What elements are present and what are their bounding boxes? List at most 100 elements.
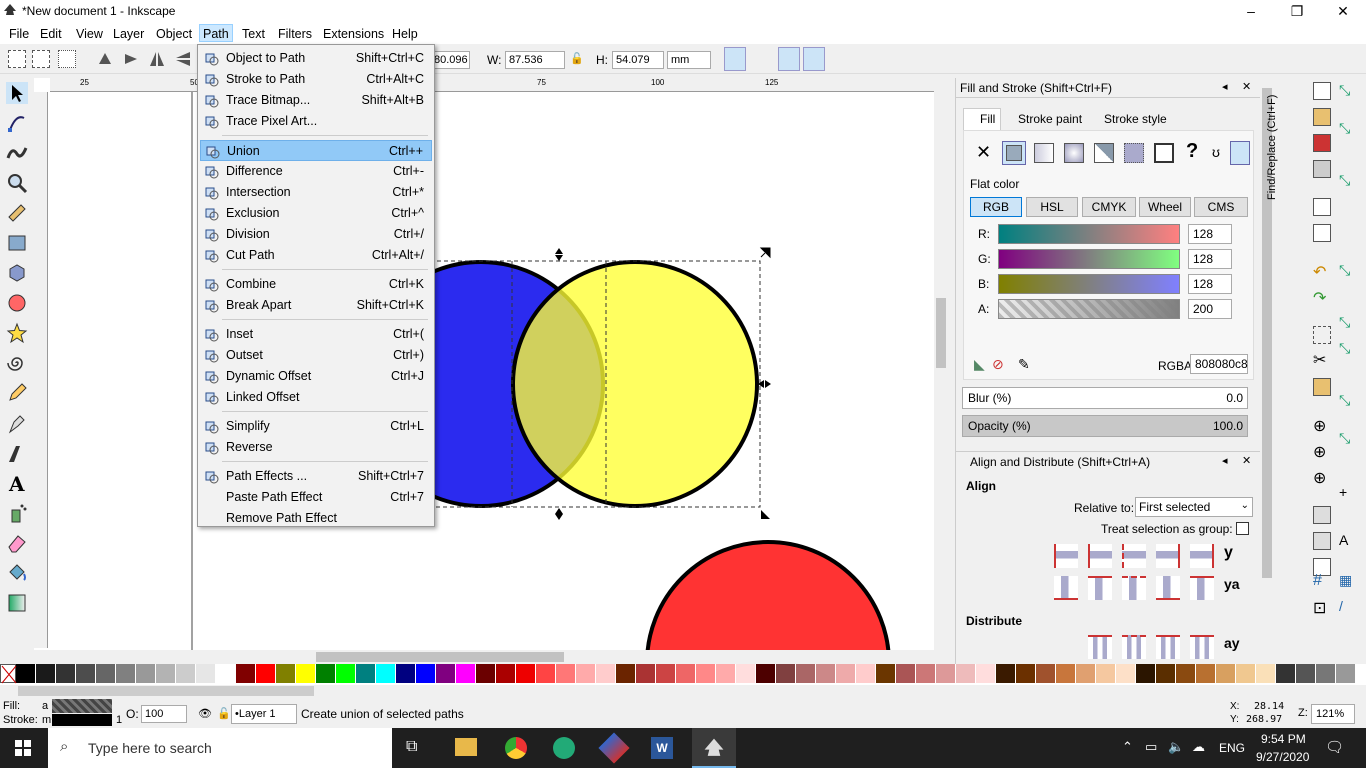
scale-handle-top[interactable] (555, 248, 563, 261)
export-icon[interactable] (1313, 224, 1331, 242)
palette-swatch[interactable] (1236, 664, 1256, 683)
palette-swatch[interactable] (536, 664, 556, 683)
palette-swatch[interactable] (596, 664, 616, 683)
align-center-icon[interactable] (1122, 544, 1146, 568)
find-replace-side-tab[interactable]: Find/Replace (Ctrl+F) (1266, 80, 1282, 210)
horizontal-scrollbar[interactable] (50, 650, 934, 664)
menu-object[interactable]: Object (153, 25, 195, 43)
no-paint-icon[interactable]: ✕ (976, 142, 991, 163)
palette-swatch[interactable] (896, 664, 916, 683)
move-gradients-icon[interactable] (778, 47, 800, 71)
yellow-circle[interactable] (511, 260, 759, 508)
layer-lock-icon[interactable]: 🔓 (217, 707, 231, 720)
snap-bbox-edge-icon[interactable]: ⤡ (1339, 172, 1357, 190)
path-menu-item-union[interactable]: Union Ctrl++ (200, 140, 432, 161)
align-bottom-edge-icon[interactable] (1156, 576, 1180, 600)
path-menu-item-remove-path-effect[interactable]: Remove Path Effect (200, 508, 432, 529)
path-menu-item-inset[interactable]: Inset Ctrl+( (200, 324, 432, 345)
close-panel-icon[interactable]: ✕ (1242, 80, 1251, 93)
distribute-left-icon[interactable] (1088, 635, 1112, 659)
move-patterns-icon[interactable] (803, 47, 825, 71)
mesh-gradient-icon[interactable] (1094, 143, 1114, 163)
fill-rule-nonzero-icon[interactable] (1230, 141, 1250, 165)
fill-rule-evenodd-icon[interactable]: ʊ (1212, 144, 1220, 160)
palette-swatch[interactable] (496, 664, 516, 683)
path-menu-item-combine[interactable]: Combine Ctrl+K (200, 274, 432, 295)
windows-start-icon[interactable] (15, 740, 31, 756)
palette-swatch[interactable] (456, 664, 476, 683)
flat-color-icon[interactable] (1002, 141, 1026, 165)
save-icon[interactable] (1313, 134, 1331, 152)
path-menu-item-outset[interactable]: Outset Ctrl+) (200, 345, 432, 366)
palette-swatch[interactable] (1096, 664, 1116, 683)
rotate-cw-icon[interactable] (122, 50, 140, 68)
tab-stroke-paint[interactable]: Stroke paint (1018, 112, 1082, 126)
align-top-edge-icon[interactable] (1088, 576, 1112, 600)
blur-slider[interactable]: Blur (%) 0.0 (962, 387, 1248, 409)
palette-swatch[interactable] (196, 664, 216, 683)
no-color-swatch[interactable] (0, 664, 17, 684)
path-menu-item-dynamic-offset[interactable]: Dynamic Offset Ctrl+J (200, 366, 432, 387)
pencil-tool-icon[interactable] (6, 382, 28, 404)
ellipse-tool-icon[interactable] (6, 292, 28, 314)
path-menu-item-path-effects[interactable]: Path Effects ... Shift+Ctrl+7 (200, 466, 432, 487)
path-menu-item-cut-path[interactable]: Cut Path Ctrl+Alt+/ (200, 245, 432, 266)
palette-swatch[interactable] (1256, 664, 1276, 683)
palette-swatch[interactable] (76, 664, 96, 683)
palette-swatch[interactable] (296, 664, 316, 683)
color-palette[interactable] (0, 664, 1366, 685)
linear-gradient-icon[interactable] (1034, 143, 1054, 163)
opacity-slider[interactable]: Opacity (%) 100.0 (962, 415, 1248, 437)
palette-swatch[interactable] (96, 664, 116, 683)
palette-swatch[interactable] (796, 664, 816, 683)
distribute-baseline-icon[interactable]: ay (1224, 635, 1248, 659)
snap-grid-icon[interactable]: ▦ (1339, 572, 1357, 590)
scale-handle-topright[interactable] (759, 247, 771, 259)
channel-b-slider[interactable] (998, 274, 1180, 294)
palette-swatch[interactable] (636, 664, 656, 683)
opacity-field[interactable]: 100 (141, 705, 187, 723)
tab-fill[interactable]: Fill (963, 108, 1001, 130)
calligraphy-tool-icon[interactable] (6, 442, 28, 464)
channel-g-value[interactable]: 128 (1188, 249, 1232, 269)
path-menu-item-intersection[interactable]: Intersection Ctrl+* (200, 182, 432, 203)
copy-icon[interactable] (1313, 326, 1331, 344)
align-top-icon[interactable] (1190, 576, 1214, 600)
palette-swatch[interactable] (376, 664, 396, 683)
palette-swatch[interactable] (696, 664, 716, 683)
palette-swatch[interactable] (136, 664, 156, 683)
pen-tool-icon[interactable] (6, 412, 28, 434)
palette-swatch[interactable] (676, 664, 696, 683)
volume-icon[interactable]: 🔈 (1168, 739, 1184, 755)
path-menu-item-object-to-path[interactable]: Object to Path Shift+Ctrl+C (200, 48, 432, 69)
palette-swatch[interactable] (396, 664, 416, 683)
menu-path[interactable]: Path (199, 24, 233, 42)
distribute-center-icon[interactable] (1122, 635, 1146, 659)
3d-box-tool-icon[interactable] (6, 262, 28, 284)
palette-swatch[interactable] (1076, 664, 1096, 683)
align-right-edge-icon[interactable] (1156, 544, 1180, 568)
battery-icon[interactable]: ▭ (1145, 739, 1157, 755)
swatch-icon[interactable] (1154, 143, 1174, 163)
palette-swatch[interactable] (656, 664, 676, 683)
path-menu-item-break-apart[interactable]: Break Apart Shift+Ctrl+K (200, 295, 432, 316)
palette-swatch[interactable] (276, 664, 296, 683)
onedrive-icon[interactable]: ☁ (1192, 739, 1205, 755)
palette-swatch[interactable] (16, 664, 36, 683)
channel-a-slider[interactable] (998, 299, 1180, 319)
selector-tool-icon[interactable] (6, 82, 28, 104)
palette-swatch[interactable] (736, 664, 756, 683)
atom-icon[interactable] (553, 737, 575, 759)
palette-swatch[interactable] (216, 664, 236, 683)
palette-swatch[interactable] (1156, 664, 1176, 683)
h-field[interactable]: 54.079 (612, 51, 664, 69)
palette-swatch[interactable] (1296, 664, 1316, 683)
flip-horizontal-icon[interactable] (148, 50, 166, 68)
x-field[interactable]: 80.096 (430, 51, 470, 69)
channel-g-slider[interactable] (998, 249, 1180, 269)
palette-swatch[interactable] (416, 664, 436, 683)
unit-select[interactable]: mm (667, 51, 711, 69)
minimize-button[interactable]: – (1228, 0, 1274, 23)
palette-swatch[interactable] (56, 664, 76, 683)
import-icon[interactable] (1313, 198, 1331, 216)
